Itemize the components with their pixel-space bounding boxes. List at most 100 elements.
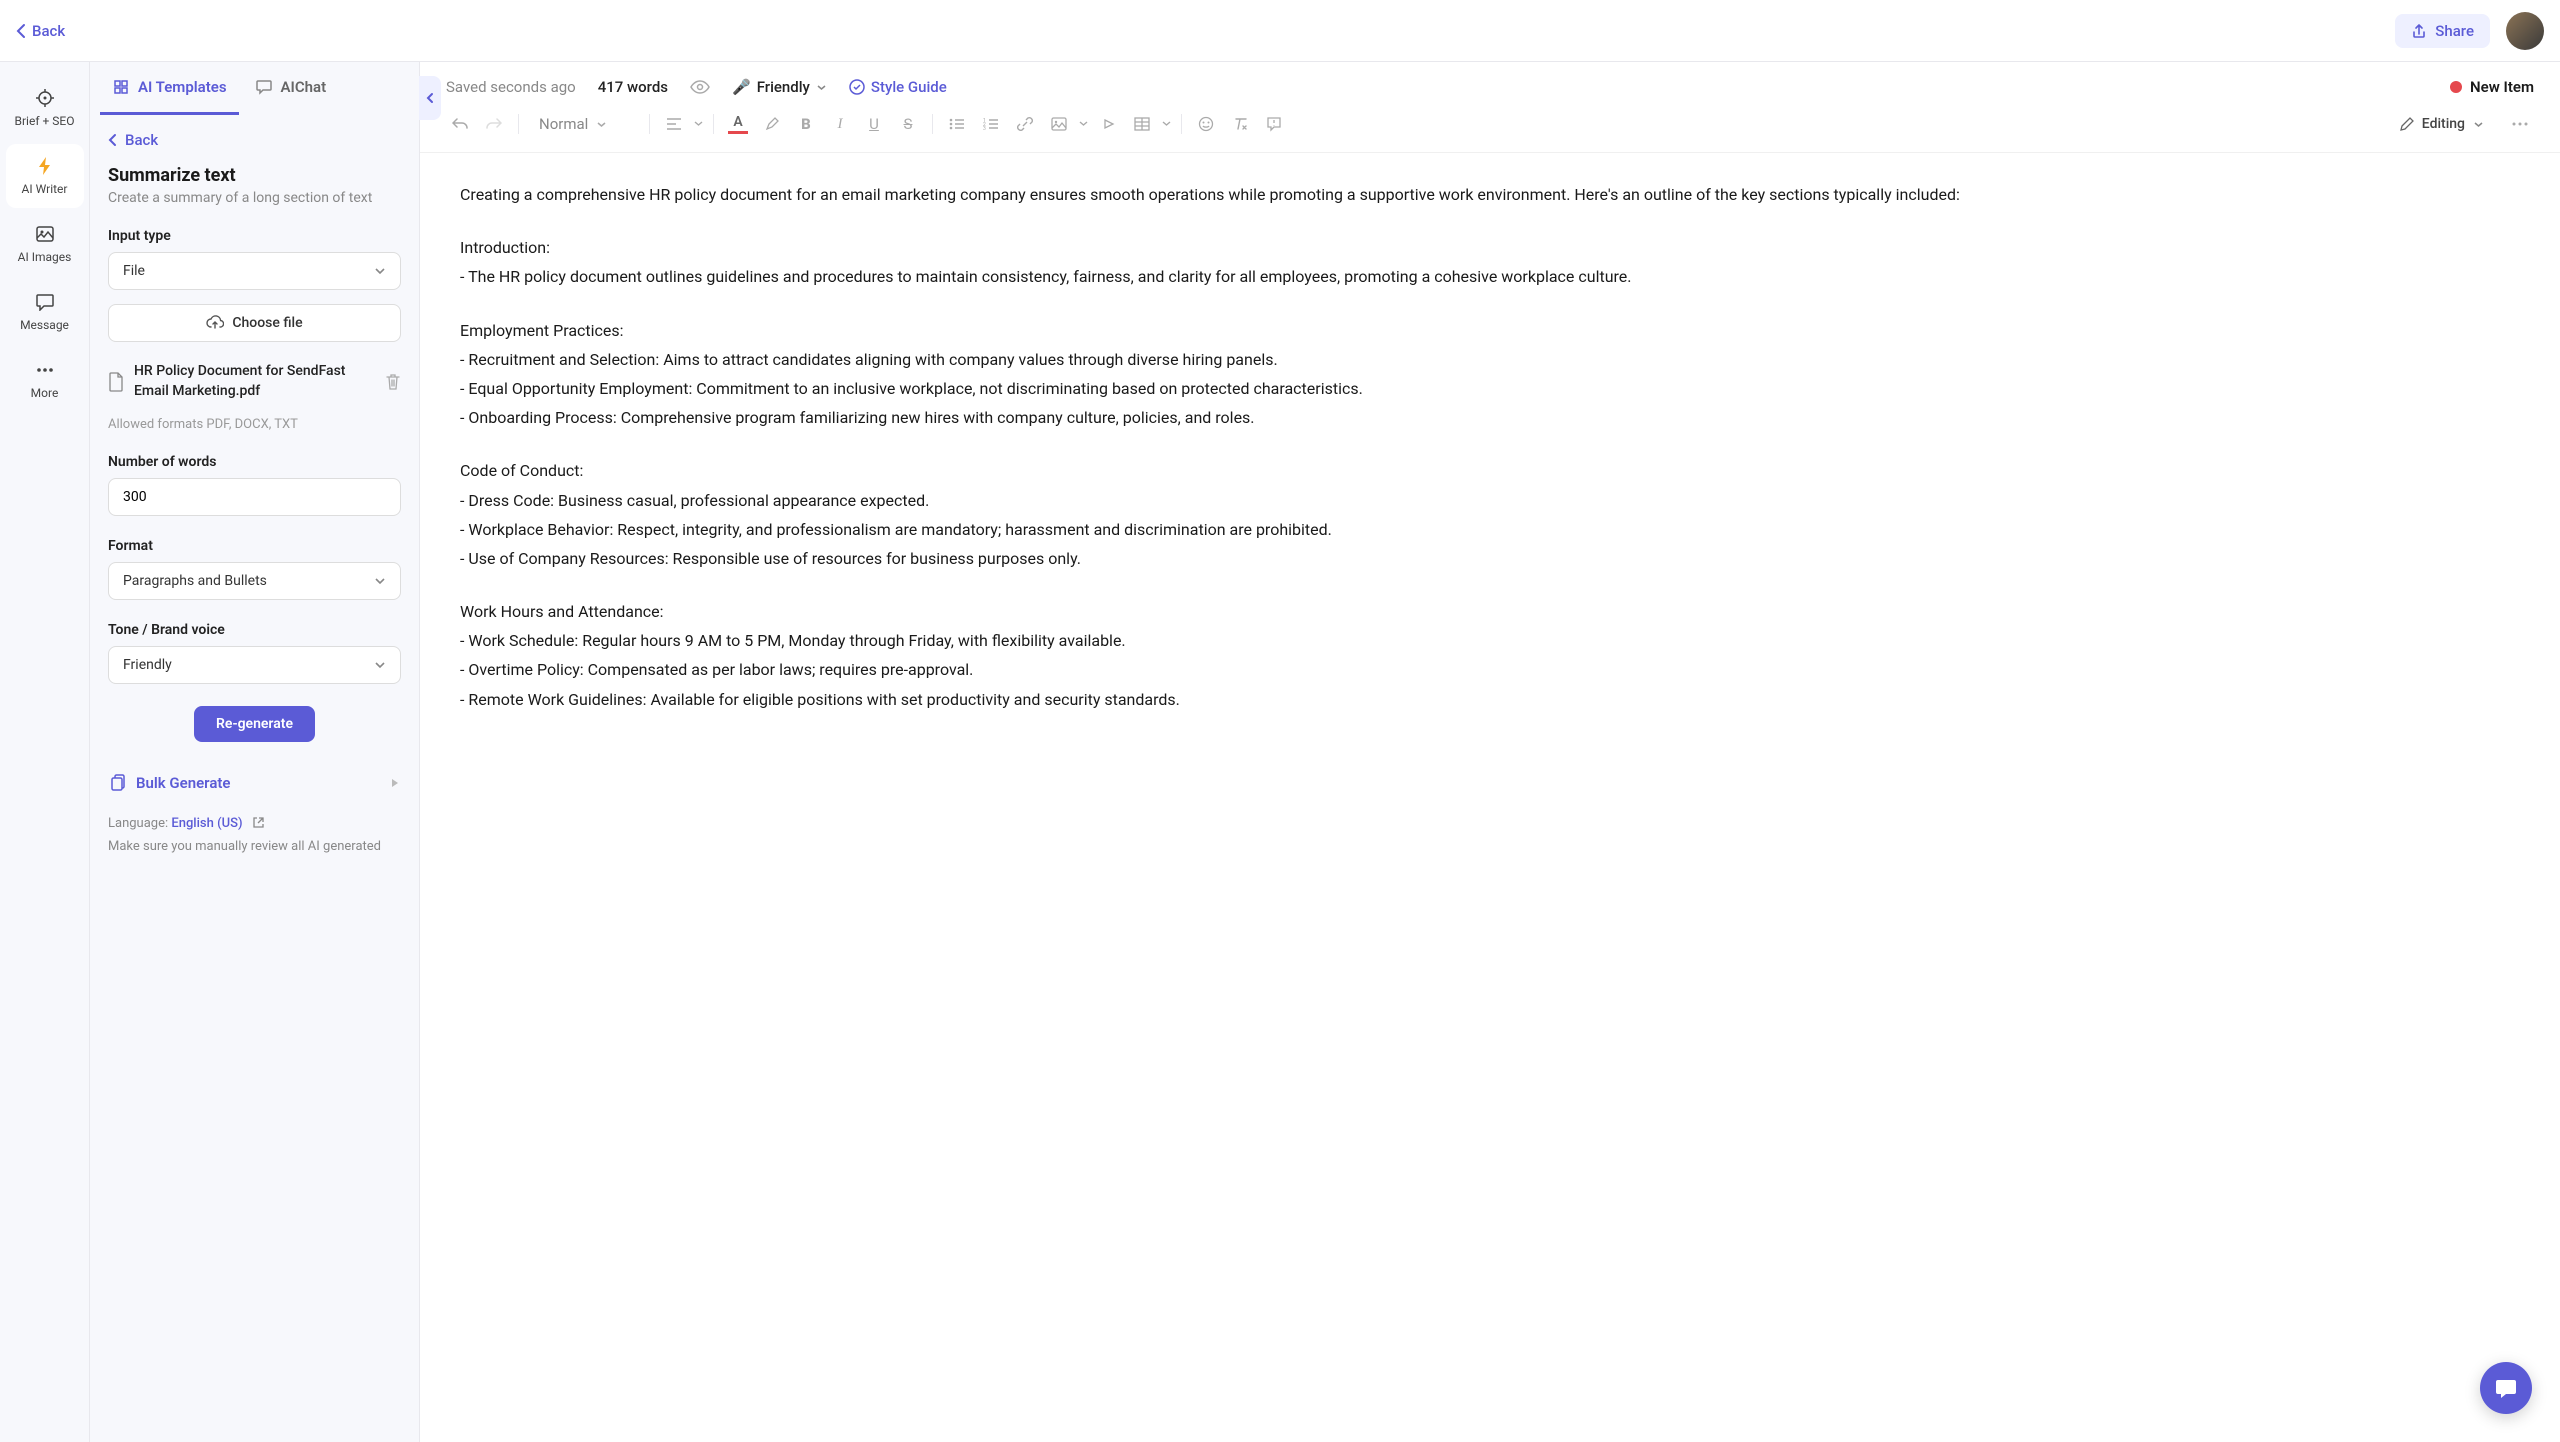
numbered-list-button[interactable]: 123: [977, 110, 1005, 138]
language-value[interactable]: English (US): [171, 816, 242, 831]
separator: [649, 114, 650, 134]
text-color-button[interactable]: A: [724, 110, 752, 138]
bulk-generate-button[interactable]: Bulk Generate: [108, 764, 401, 802]
separator: [932, 114, 933, 134]
trash-icon: [385, 373, 401, 391]
doc-s4-title: Work Hours and Attendance:: [460, 598, 2520, 625]
rail-ai-images[interactable]: AI Images: [6, 212, 84, 276]
format-label: Format: [108, 538, 401, 554]
rail-more[interactable]: More: [6, 348, 84, 412]
comment-button[interactable]: [1260, 110, 1288, 138]
rail-label: AI Writer: [22, 182, 68, 196]
panel-back-button[interactable]: Back: [108, 131, 401, 149]
more-icon: [35, 360, 55, 380]
collapse-panel-button[interactable]: [419, 76, 441, 120]
mic-icon: 🎤: [732, 78, 751, 96]
italic-button[interactable]: I: [826, 110, 854, 138]
tone-select[interactable]: Friendly: [108, 646, 401, 684]
document-body[interactable]: Creating a comprehensive HR policy docum…: [420, 153, 2560, 1442]
chevron-left-icon: [426, 92, 434, 104]
back-label: Back: [32, 22, 65, 40]
tone-dropdown[interactable]: 🎤 Friendly: [732, 78, 827, 96]
redo-button[interactable]: [480, 110, 508, 138]
rail-label: Message: [20, 318, 69, 332]
chat-icon: [255, 78, 273, 96]
underline-button[interactable]: U: [860, 110, 888, 138]
chat-bubble-icon: [2494, 1376, 2518, 1400]
check-badge-icon: [849, 79, 865, 95]
emoji-button[interactable]: [1192, 110, 1220, 138]
status-new-item[interactable]: New Item: [2450, 78, 2534, 96]
doc-s2-b3: - Onboarding Process: Comprehensive prog…: [460, 404, 2520, 431]
doc-s3-b2: - Workplace Behavior: Respect, integrity…: [460, 516, 2520, 543]
text-style-select[interactable]: Normal: [529, 111, 639, 137]
strikethrough-button[interactable]: S: [894, 110, 922, 138]
chevron-down-icon[interactable]: [1079, 121, 1088, 127]
doc-s3-title: Code of Conduct:: [460, 457, 2520, 484]
back-button[interactable]: Back: [16, 22, 65, 40]
link-button[interactable]: [1011, 110, 1039, 138]
format-select[interactable]: Paragraphs and Bullets: [108, 562, 401, 600]
highlight-button[interactable]: [758, 110, 786, 138]
doc-s1-b1: - The HR policy document outlines guidel…: [460, 263, 2520, 290]
image-insert-button[interactable]: [1045, 110, 1073, 138]
external-link-icon[interactable]: [252, 816, 265, 829]
tab-ai-templates[interactable]: AI Templates: [100, 62, 239, 115]
chevron-down-icon: [816, 84, 827, 91]
uploaded-file: HR Policy Document for SendFast Email Ma…: [108, 356, 401, 407]
file-name: HR Policy Document for SendFast Email Ma…: [134, 362, 375, 401]
doc-s3-b3: - Use of Company Resources: Responsible …: [460, 545, 2520, 572]
chevron-left-icon: [108, 133, 117, 147]
language-label: Language:: [108, 816, 171, 831]
rail-brief-seo[interactable]: Brief + SEO: [6, 76, 84, 140]
separator: [1181, 114, 1182, 134]
chat-fab[interactable]: [2480, 1362, 2532, 1414]
doc-s4-b1: - Work Schedule: Regular hours 9 AM to 5…: [460, 627, 2520, 654]
doc-s2-b2: - Equal Opportunity Employment: Commitme…: [460, 375, 2520, 402]
tab-label: AIChat: [281, 78, 327, 96]
rail-message[interactable]: Message: [6, 280, 84, 344]
doc-s3-b1: - Dress Code: Business casual, professio…: [460, 487, 2520, 514]
rail-ai-writer[interactable]: AI Writer: [6, 144, 84, 208]
doc-s1-title: Introduction:: [460, 234, 2520, 261]
regenerate-button[interactable]: Re-generate: [194, 706, 315, 742]
doc-intro: Creating a comprehensive HR policy docum…: [460, 181, 2520, 208]
delete-file-button[interactable]: [385, 373, 401, 391]
clear-format-button[interactable]: [1226, 110, 1254, 138]
more-toolbar-button[interactable]: [2506, 110, 2534, 138]
input-type-value: File: [123, 263, 145, 279]
chevron-down-icon[interactable]: [1162, 121, 1171, 127]
input-type-select[interactable]: File: [108, 252, 401, 290]
chevron-down-icon[interactable]: [694, 121, 703, 127]
bolt-icon: [35, 156, 55, 176]
avatar[interactable]: [2506, 12, 2544, 50]
nav-rail: Brief + SEO AI Writer AI Images Message …: [0, 62, 90, 1442]
table-button[interactable]: [1128, 110, 1156, 138]
num-words-label: Number of words: [108, 454, 401, 470]
panel-subtitle: Create a summary of a long section of te…: [108, 190, 401, 206]
bold-button[interactable]: B: [792, 110, 820, 138]
share-button[interactable]: Share: [2395, 14, 2490, 48]
visibility-toggle[interactable]: [690, 80, 710, 94]
tone-text: Friendly: [757, 78, 810, 96]
status-label: New Item: [2470, 78, 2534, 96]
style-guide-button[interactable]: Style Guide: [849, 78, 947, 96]
choose-file-button[interactable]: Choose file: [108, 304, 401, 342]
saved-status: Saved seconds ago: [446, 78, 576, 96]
status-dot-icon: [2450, 81, 2462, 93]
align-button[interactable]: [660, 110, 688, 138]
bullet-list-button[interactable]: [943, 110, 971, 138]
doc-s2-title: Employment Practices:: [460, 317, 2520, 344]
separator: [518, 114, 519, 134]
panel-title: Summarize text: [108, 165, 401, 186]
side-panel: AI Templates AIChat Back Summarize text …: [90, 62, 420, 1442]
chevron-down-icon: [2473, 121, 2484, 128]
video-button[interactable]: [1094, 110, 1122, 138]
templates-icon: [112, 78, 130, 96]
editing-mode-dropdown[interactable]: Editing: [2389, 112, 2494, 136]
num-words-input[interactable]: [108, 478, 401, 516]
tab-aichat[interactable]: AIChat: [243, 62, 339, 115]
undo-button[interactable]: [446, 110, 474, 138]
chevron-down-icon: [374, 661, 386, 669]
editor: Saved seconds ago 417 words 🎤 Friendly S…: [420, 62, 2560, 1442]
